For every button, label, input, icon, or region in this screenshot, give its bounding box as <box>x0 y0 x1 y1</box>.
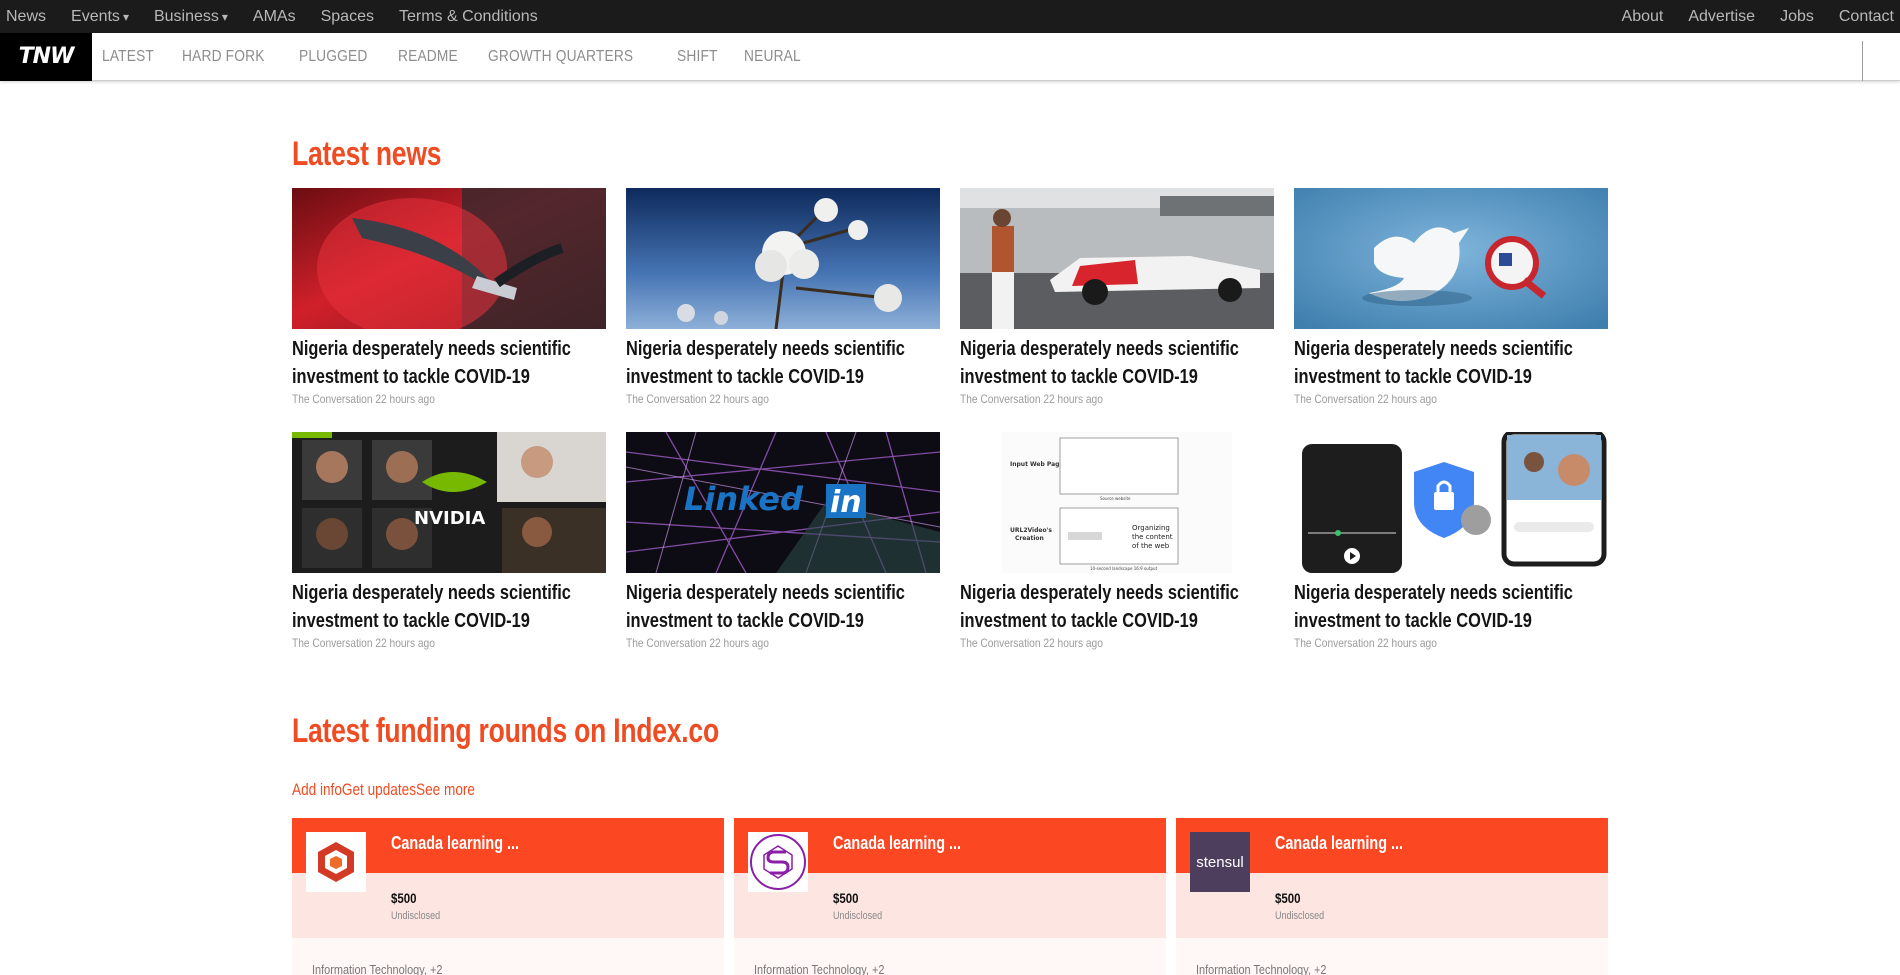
funding-stage: Undisclosed <box>1275 910 1325 922</box>
topbar-link-contact[interactable]: Contact <box>1839 8 1894 26</box>
article-card[interactable]: Nigeria desperately needs scientific inv… <box>960 188 1274 414</box>
article-title[interactable]: Nigeria desperately needs scientific inv… <box>626 579 938 635</box>
see-more-link[interactable]: See more <box>416 780 475 800</box>
article-meta: The Conversation 22 hours ago <box>292 636 435 650</box>
top-utility-right: About Advertise Jobs Contact <box>1597 8 1894 26</box>
topbar-link-events-label: Events <box>71 7 120 25</box>
svg-text:Organizing: Organizing <box>1132 524 1170 532</box>
article-thumbnail-twitter-q[interactable] <box>1294 188 1608 329</box>
article-card[interactable]: Nigeria desperately needs scientific inv… <box>626 188 940 414</box>
svg-text:Creation: Creation <box>1015 535 1044 542</box>
svg-text:Source website: Source website <box>1100 496 1131 501</box>
article-title[interactable]: Nigeria desperately needs scientific inv… <box>1294 335 1606 391</box>
article-meta: The Conversation 22 hours ago <box>292 392 435 406</box>
svg-text:NVIDIA: NVIDIA <box>414 508 485 529</box>
funding-category: Information Technology, +2 <box>1196 962 1327 975</box>
funding-card[interactable]: Canada learning ... $500 Undisclosed Inf… <box>292 818 724 975</box>
article-thumbnail-ev-charger[interactable] <box>292 188 606 329</box>
nav-tab-plugged[interactable]: PLUGGED <box>299 48 368 66</box>
article-meta: The Conversation 22 hours ago <box>626 392 769 406</box>
nav-tab-latest[interactable]: LATEST <box>102 48 154 66</box>
topbar-link-events[interactable]: Events ▾ <box>71 8 129 26</box>
top-utility-left: News Events ▾ Business ▾ AMAs Spaces Terms… <box>6 8 563 26</box>
nav-tab-growth-quarters[interactable]: GROWTH QUARTERS <box>488 48 633 66</box>
company-logo-stensul-text: stensul <box>1196 853 1244 871</box>
article-thumbnail-race-car[interactable] <box>960 188 1274 329</box>
article-thumbnail-url2video-diagram[interactable]: Input Web Page Source website URL2Video'… <box>960 432 1274 573</box>
company-logo-hex-cube[interactable] <box>306 832 366 892</box>
navbar-divider <box>1862 41 1863 81</box>
funding-cards: Canada learning ... $500 Undisclosed Inf… <box>292 818 1608 975</box>
topbar-link-spaces[interactable]: Spaces <box>321 8 374 26</box>
topbar-link-amas[interactable]: AMAs <box>253 8 296 26</box>
article-meta: The Conversation 22 hours ago <box>626 636 769 650</box>
article-card[interactable]: Nigeria desperately needs scientific inv… <box>1294 432 1608 658</box>
get-updates-link[interactable]: Get updates <box>342 780 416 800</box>
article-card[interactable]: Nigeria desperately needs scientific inv… <box>1294 188 1608 414</box>
nav-tab-hard-fork[interactable]: HARD FORK <box>182 48 265 66</box>
funding-amount: $500 <box>391 890 417 906</box>
chevron-down-icon: ▾ <box>221 9 228 24</box>
funding-company-name[interactable]: Canada learning ... <box>833 833 961 854</box>
svg-text:Input Web Page: Input Web Page <box>1010 461 1064 468</box>
topbar-link-about[interactable]: About <box>1622 8 1664 26</box>
svg-text:URL2Video's: URL2Video's <box>1010 527 1052 534</box>
svg-text:Linked: Linked <box>684 480 804 518</box>
article-title[interactable]: Nigeria desperately needs scientific inv… <box>960 579 1272 635</box>
svg-text:the content: the content <box>1132 533 1173 541</box>
funding-amount: $500 <box>1275 890 1301 906</box>
article-thumbnail-cotton-plant[interactable] <box>626 188 940 329</box>
latest-news-grid: Nigeria desperately needs scientific inv… <box>292 188 1608 658</box>
topbar-link-terms[interactable]: Terms & Conditions <box>399 8 538 26</box>
nav-tab-shift[interactable]: SHIFT <box>677 48 718 66</box>
add-info-link[interactable]: Add info <box>292 780 342 800</box>
topbar-link-news[interactable]: News <box>6 8 46 26</box>
topbar-link-business-label: Business <box>153 7 219 25</box>
article-meta: The Conversation 22 hours ago <box>1294 636 1437 650</box>
funding-category: Information Technology, +2 <box>312 962 443 975</box>
svg-text:of the web: of the web <box>1132 542 1170 550</box>
article-meta: The Conversation 22 hours ago <box>1294 392 1437 406</box>
funding-links: Add info Get updates See more <box>292 780 475 800</box>
article-card[interactable]: NVIDIA Nigeria desperately needs scienti… <box>292 432 606 658</box>
topbar-link-jobs[interactable]: Jobs <box>1780 8 1814 26</box>
article-meta: The Conversation 22 hours ago <box>960 392 1103 406</box>
article-title[interactable]: Nigeria desperately needs scientific inv… <box>960 335 1272 391</box>
article-card[interactable]: Nigeria desperately needs scientific inv… <box>292 188 606 414</box>
latest-news-heading: Latest news <box>292 135 442 173</box>
top-utility-bar: News Events ▾ Business ▾ AMAs Spaces Terms… <box>0 0 1900 33</box>
tnw-logo[interactable]: TNW <box>0 32 92 81</box>
company-logo-stensul[interactable]: stensul <box>1190 832 1250 892</box>
funding-stage: Undisclosed <box>391 910 441 922</box>
article-title[interactable]: Nigeria desperately needs scientific inv… <box>292 579 604 635</box>
funding-amount: $500 <box>833 890 859 906</box>
funding-card[interactable]: stensul Canada learning ... $500 Undiscl… <box>1176 818 1608 975</box>
funding-company-name[interactable]: Canada learning ... <box>1275 833 1403 854</box>
chevron-down-icon: ▾ <box>122 9 129 24</box>
article-card[interactable]: Input Web Page Source website URL2Video'… <box>960 432 1274 658</box>
funding-stage: Undisclosed <box>833 910 883 922</box>
funding-company-name[interactable]: Canada learning ... <box>391 833 519 854</box>
topbar-link-advertise[interactable]: Advertise <box>1688 8 1755 26</box>
topbar-link-business[interactable]: Business ▾ <box>154 8 228 26</box>
funding-category: Information Technology, +2 <box>754 962 885 975</box>
funding-heading: Latest funding rounds on Index.co <box>292 712 719 750</box>
nav-tab-neural[interactable]: NEURAL <box>744 48 801 66</box>
article-thumbnail-linkedin-mesh[interactable]: Linked in <box>626 432 940 573</box>
svg-text:10-second landscape 16:9 outpu: 10-second landscape 16:9 output <box>1090 566 1158 571</box>
svg-text:in: in <box>830 485 862 520</box>
section-navbar: TNW LATEST HARD FORK PLUGGED README GROW… <box>0 32 1900 81</box>
funding-card[interactable]: Canada learning ... $500 Undisclosed Inf… <box>734 818 1166 975</box>
company-logo-s-circle[interactable] <box>748 832 808 892</box>
section-nav-links: LATEST HARD FORK PLUGGED README GROWTH Q… <box>102 48 830 66</box>
article-title[interactable]: Nigeria desperately needs scientific inv… <box>626 335 938 391</box>
article-meta: The Conversation 22 hours ago <box>960 636 1103 650</box>
article-thumbnail-google-privacy[interactable] <box>1294 432 1608 573</box>
article-card[interactable]: Linked in Nigeria desperately needs scie… <box>626 432 940 658</box>
article-thumbnail-nvidia-faces[interactable]: NVIDIA <box>292 432 606 573</box>
article-title[interactable]: Nigeria desperately needs scientific inv… <box>1294 579 1606 635</box>
article-title[interactable]: Nigeria desperately needs scientific inv… <box>292 335 604 391</box>
nav-tab-readme[interactable]: README <box>398 48 458 66</box>
